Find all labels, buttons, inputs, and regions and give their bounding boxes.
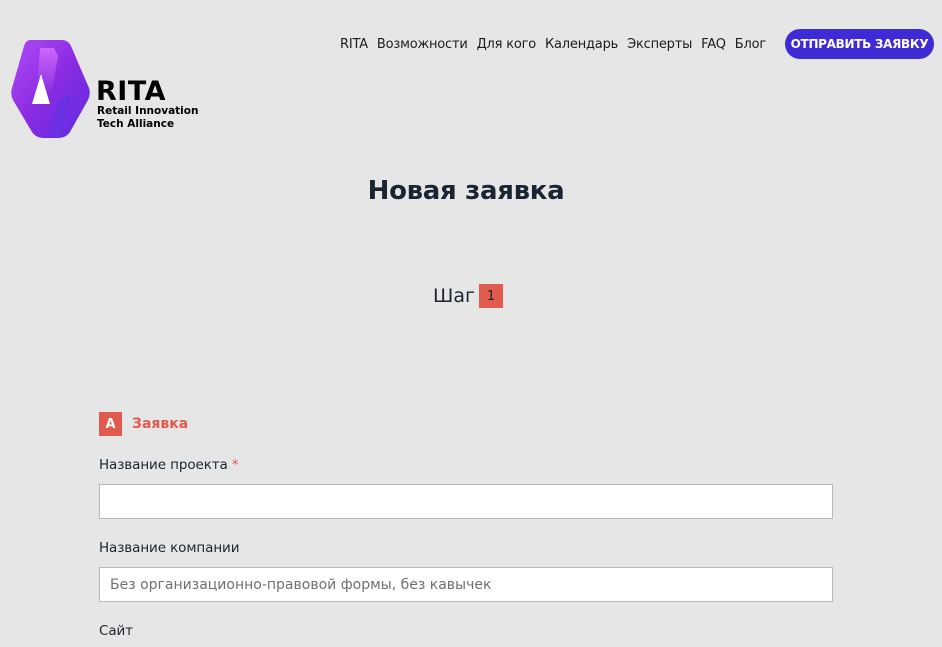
nav-item-rita[interactable]: RITA	[340, 37, 368, 52]
required-mark: *	[231, 457, 239, 473]
form-section-header: A Заявка	[99, 412, 188, 436]
step-number-badge: 1	[478, 284, 503, 308]
logo-title: RITA	[96, 76, 167, 107]
rita-logo-icon	[11, 40, 90, 138]
company-name-label: Название компании	[99, 540, 240, 556]
page-title: Новая заявка	[367, 176, 565, 206]
project-name-label-text: Название проекта	[99, 457, 228, 473]
page: RITA Retail Innovation Tech Alliance RIT…	[0, 0, 942, 647]
logo-subtitle-line2: Tech Alliance	[97, 118, 175, 130]
section-badge: A	[99, 412, 122, 436]
project-name-input[interactable]	[99, 484, 833, 519]
section-title: Заявка	[132, 416, 189, 432]
submit-application-button[interactable]: ОТПРАВИТЬ ЗАЯВКУ	[785, 29, 934, 59]
nav-item-features[interactable]: Возможности	[377, 37, 468, 52]
project-name-label: Название проекта *	[99, 457, 239, 473]
step-label: Шаг	[433, 285, 475, 307]
step-indicator: Шаг 1	[433, 284, 503, 308]
company-name-input[interactable]	[99, 567, 833, 602]
logo-subtitle: Retail Innovation Tech Alliance	[97, 105, 198, 131]
nav-item-calendar[interactable]: Календарь	[545, 37, 618, 52]
nav-item-audience[interactable]: Для кого	[477, 37, 537, 52]
logo-subtitle-line1: Retail Innovation	[97, 105, 199, 117]
nav-item-experts[interactable]: Эксперты	[627, 37, 692, 52]
site-label: Сайт	[99, 623, 133, 639]
site-logo[interactable]: RITA Retail Innovation Tech Alliance	[10, 38, 200, 140]
nav-item-blog[interactable]: Блог	[735, 37, 766, 52]
main-nav: RITA Возможности Для кого Календарь Эксп…	[340, 37, 766, 52]
nav-item-faq[interactable]: FAQ	[701, 37, 726, 52]
